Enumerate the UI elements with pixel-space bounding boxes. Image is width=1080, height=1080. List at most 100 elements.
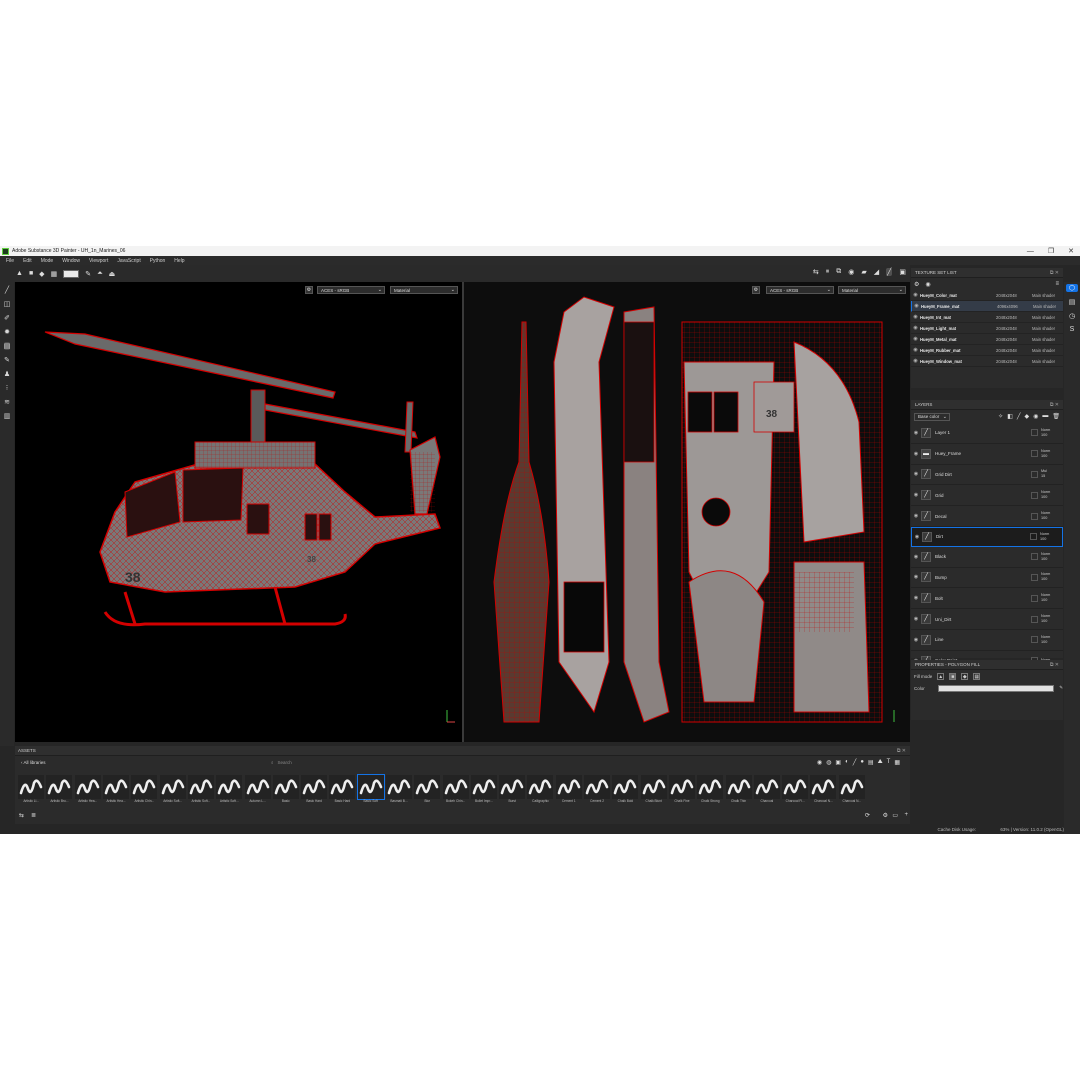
menu-python[interactable]: Python xyxy=(150,258,166,264)
menu-help[interactable]: Help xyxy=(174,258,184,264)
filter-tools-icon[interactable]: ▤ xyxy=(868,759,874,766)
camera-icon[interactable]: ▰ xyxy=(861,268,866,276)
texture-set-row[interactable]: ◉ HueyM_Int_mat 2048x2048 Main shader xyxy=(911,312,1063,323)
asset-thumbnail[interactable]: Charcoal N... xyxy=(838,775,866,809)
eye-icon[interactable]: ◉ xyxy=(911,574,921,580)
menu-file[interactable]: File xyxy=(6,258,14,264)
eye-icon[interactable]: ◉ xyxy=(911,471,921,477)
opacity-value[interactable]: 100 xyxy=(1041,557,1063,562)
eye-icon[interactable]: ◉ xyxy=(911,347,920,353)
render-icon[interactable]: ◢ xyxy=(874,268,879,276)
mirror-icon[interactable]: ⏶ xyxy=(97,270,103,278)
menu-edit[interactable]: Edit xyxy=(23,258,32,264)
settings-icon[interactable]: ⚙ xyxy=(883,812,888,819)
asset-thumbnail[interactable]: Artistic Hea... xyxy=(102,775,130,809)
layer-mask-thumbnail[interactable] xyxy=(1031,553,1038,561)
layer-row[interactable]: ◉ ▬ Huey_Frame Norm 100 xyxy=(911,444,1063,465)
opacity-value[interactable]: 100 xyxy=(1041,598,1063,603)
layer-mask-thumbnail[interactable] xyxy=(1031,450,1038,458)
screenshot-icon[interactable]: ▣ xyxy=(899,268,906,276)
delete-layer-icon[interactable]: 🗑 xyxy=(1052,413,1060,420)
filter-materials-icon[interactable]: ◉ xyxy=(817,759,822,766)
layer-row[interactable]: ◉ ╱ Decal Norm 100 xyxy=(911,506,1063,527)
uv-fill-icon[interactable]: ▦ xyxy=(51,270,58,278)
paint-tool-icon[interactable]: ╱ xyxy=(5,286,9,294)
add-smart-material-icon[interactable]: ◉ xyxy=(1033,413,1038,420)
opacity-value[interactable]: 100 xyxy=(1041,619,1063,624)
library-selector[interactable]: ‹ All libraries xyxy=(21,760,46,765)
visibility-toggle-icon[interactable]: ◉ xyxy=(925,281,930,288)
texture-set-row[interactable]: ◉ HueyM_Metal_mat 2048x2048 Main shader xyxy=(911,334,1063,345)
asset-thumbnail[interactable]: Chalk Blunt xyxy=(640,775,668,809)
asset-thumbnail[interactable]: Artistic Soft... xyxy=(215,775,243,809)
texture-set-row[interactable]: ◉ HueyM_Light_mat 2048x2048 Main shader xyxy=(911,323,1063,334)
asset-thumbnail[interactable]: Artistic Li... xyxy=(17,775,45,809)
panel-close-icon[interactable]: ⧉ ✕ xyxy=(897,748,906,754)
layer-row[interactable]: ◉ ╱ Grid Dirt Mul 15 xyxy=(911,465,1063,486)
asset-thumbnail[interactable]: Charcoal xyxy=(753,775,781,809)
eye-icon[interactable]: ◉ xyxy=(912,303,921,309)
panel-close-icon[interactable]: ⧉ ✕ xyxy=(1050,662,1059,668)
export-icon[interactable]: ▥ xyxy=(4,412,11,420)
asset-thumbnail[interactable]: Burst xyxy=(498,775,526,809)
fill-mesh-icon[interactable]: ◆ xyxy=(961,672,969,680)
environment-icon[interactable]: ⚙ xyxy=(305,286,313,294)
substance-tab-icon[interactable]: S xyxy=(1070,326,1075,333)
asset-thumbnail[interactable]: Basic xyxy=(272,775,300,809)
texture-set-settings-icon[interactable]: ⚙ xyxy=(914,281,919,288)
eye-icon[interactable]: ◉ xyxy=(911,336,920,342)
viewport-3d[interactable]: ⚙ ACES - sRGB ⌄ Material ⌄ 38 38 xyxy=(15,282,462,742)
color-swatch[interactable] xyxy=(63,269,80,278)
grid-view-icon[interactable]: ▦ xyxy=(894,759,900,766)
asset-search-input[interactable]: Search xyxy=(278,760,292,765)
eye-icon[interactable]: ◉ xyxy=(911,554,921,560)
asset-thumbnail[interactable]: Basic Hard xyxy=(328,775,356,809)
layer-mask-thumbnail[interactable] xyxy=(1031,573,1038,581)
bake-icon[interactable]: ≋ xyxy=(4,398,10,406)
layer-mask-thumbnail[interactable] xyxy=(1031,615,1038,623)
display-mode-dropdown-2d[interactable]: Material ⌄ xyxy=(838,286,906,294)
asset-thumbnail[interactable]: Charcoal N... xyxy=(809,775,837,809)
filter-filters-icon[interactable]: ◐ xyxy=(845,759,849,766)
texture-set-row[interactable]: ◉ HueyM_Color_mat 2048x2048 Main shader xyxy=(911,290,1063,301)
opacity-value[interactable]: 100 xyxy=(1041,433,1063,438)
opacity-value[interactable]: 100 xyxy=(1041,640,1063,645)
display-settings-icon[interactable]: ◉ xyxy=(848,268,854,276)
folder-icon[interactable]: ▭ xyxy=(892,812,898,819)
layer-mask-thumbnail[interactable] xyxy=(1031,470,1038,478)
filter-particles-icon[interactable]: ● xyxy=(860,759,864,766)
opacity-value[interactable]: 100 xyxy=(1041,516,1063,521)
filter-brushes-icon[interactable]: ╱ xyxy=(853,759,857,766)
mesh-fill-icon[interactable]: ◆ xyxy=(39,270,44,278)
eye-icon[interactable]: ◉ xyxy=(911,292,920,298)
add-asset-icon[interactable]: + xyxy=(904,812,908,818)
menu-viewport[interactable]: Viewport xyxy=(89,258,108,264)
display-mode-dropdown-3d[interactable]: Material ⌄ xyxy=(390,286,458,294)
layers-tab-icon[interactable]: ▤ xyxy=(1069,298,1076,306)
list-view-icon[interactable]: ≣ xyxy=(31,812,36,819)
menu-javascript[interactable]: JavaScript xyxy=(117,258,140,264)
menu-window[interactable]: Window xyxy=(62,258,80,264)
colorspace-dropdown-2d[interactable]: ACES - sRGB ⌄ xyxy=(766,286,834,294)
geometry-mask-icon[interactable]: ✹ xyxy=(4,328,10,336)
color-picker-bar[interactable] xyxy=(937,684,1055,692)
fill-uv-icon[interactable]: ▦ xyxy=(973,672,981,680)
triangle-fill-icon[interactable]: ▲ xyxy=(16,270,23,277)
opacity-value[interactable]: 100 xyxy=(1041,454,1063,459)
menu-mode[interactable]: Mode xyxy=(41,258,54,264)
asset-thumbnail[interactable]: Chalk Bold xyxy=(611,775,639,809)
eye-icon[interactable]: ◉ xyxy=(911,637,921,643)
add-paint-layer-icon[interactable]: ╱ xyxy=(1017,413,1021,420)
channel-dropdown[interactable]: Base color ⌄ xyxy=(914,412,950,421)
texture-set-row[interactable]: ◉ HueyM_Frame_mat 4096x4096 Main shader xyxy=(911,301,1063,312)
polygon-fill-tool-icon[interactable]: ▤ xyxy=(3,342,11,350)
viewport-2d-uv[interactable]: ⚙ ACES - sRGB ⌄ Material ⌄ 38 xyxy=(464,282,910,742)
asset-thumbnail[interactable]: Artistic Soft... xyxy=(158,775,186,809)
eye-icon[interactable]: ◉ xyxy=(911,358,920,364)
asset-thumbnail[interactable]: Cement 1 xyxy=(555,775,583,809)
layer-row[interactable]: ◉ ╱ Dirt Norm 100 xyxy=(911,526,1063,547)
layer-mask-thumbnail[interactable] xyxy=(1031,512,1038,520)
close-button[interactable]: ✕ xyxy=(1068,247,1074,255)
color-eyedropper-icon[interactable]: ✎ xyxy=(1059,685,1063,691)
add-effect-icon[interactable]: ✧ xyxy=(998,413,1003,420)
